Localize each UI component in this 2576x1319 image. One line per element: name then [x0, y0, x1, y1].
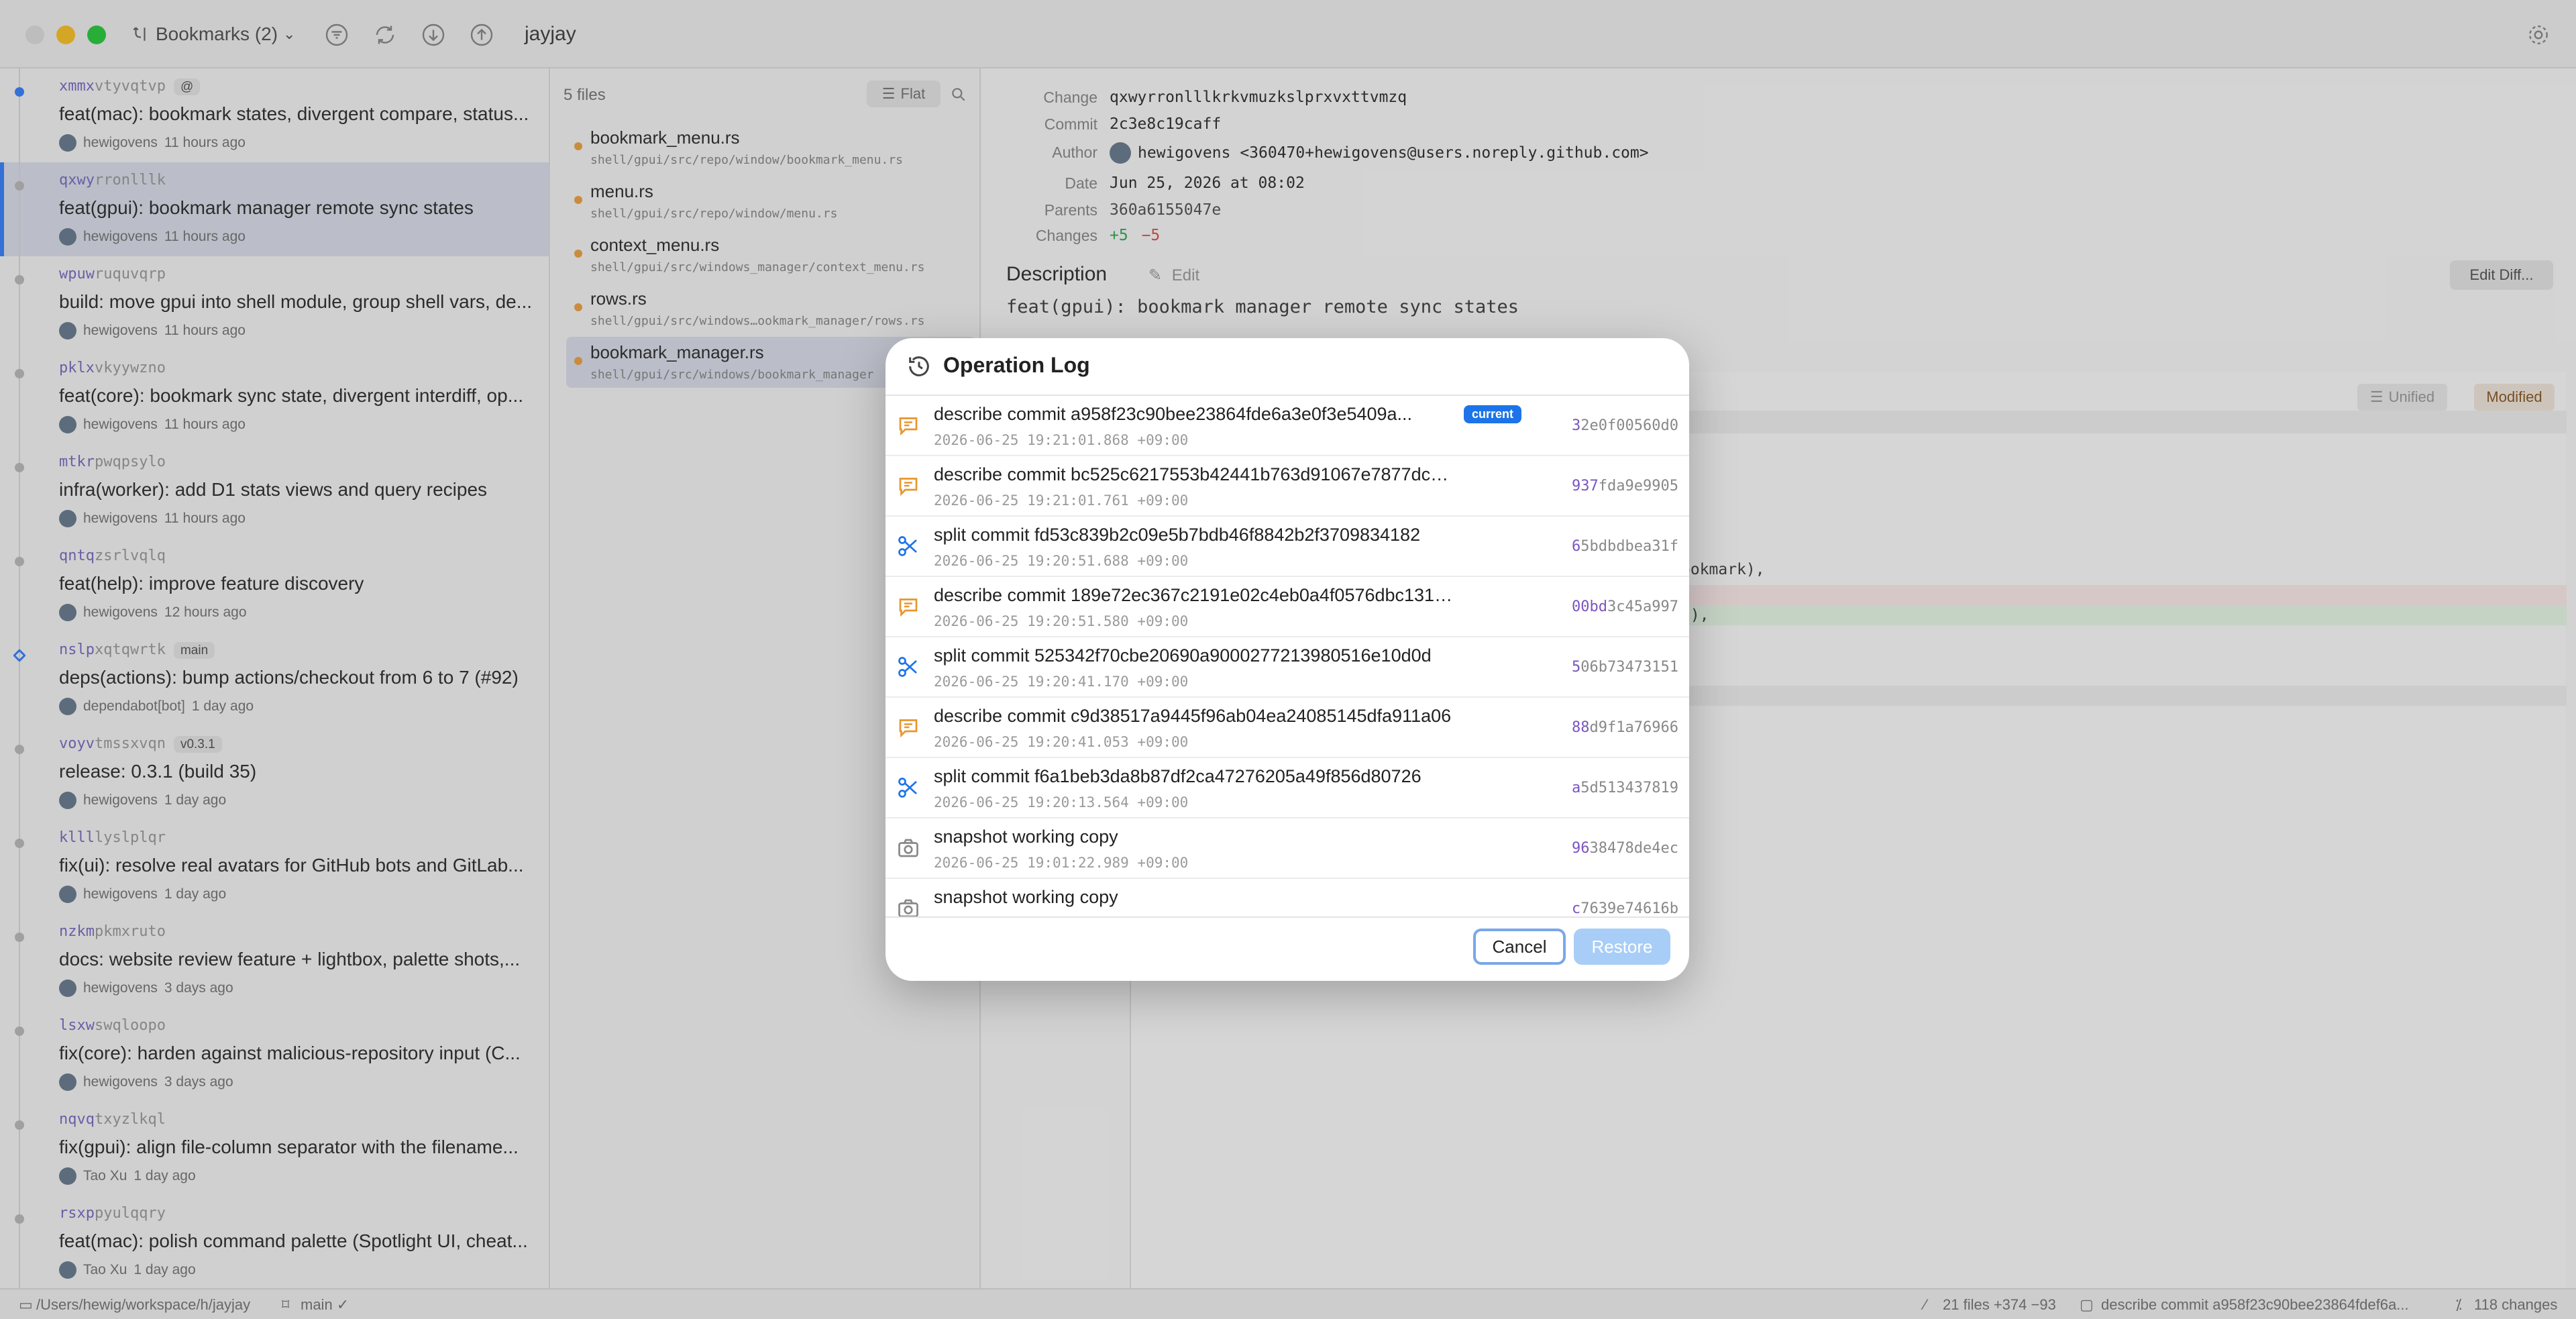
operation-id-prefix: 5 [1572, 659, 1581, 676]
operation-id-rest: 3c45a997 [1607, 598, 1678, 615]
speech-bubble-icon [899, 719, 918, 738]
operation-time: 2026-06-25 19:20:13.564 +09:00 [934, 794, 1189, 810]
operation-row[interactable]: describe commit c9d38517a9445f96ab04ea24… [885, 698, 1689, 758]
operation-id-rest: 7639e74616b [1580, 900, 1678, 917]
operation-time: 2026-06-25 19:21:01.868 +09:00 [934, 432, 1189, 448]
operation-id-prefix: c [1572, 900, 1581, 917]
operation-id-prefix: 6 [1572, 538, 1581, 555]
history-icon [909, 356, 929, 376]
operation-title: describe commit 189e72ec367c2191e02c4eb0… [934, 585, 1457, 605]
operation-id: 65bdbdbea31f [1572, 538, 1678, 555]
operation-id: 88d9f1a76966 [1572, 719, 1678, 736]
operation-list[interactable]: describe commit a958f23c90bee23864fde6a3… [885, 394, 1689, 918]
scissors-icon [898, 778, 917, 798]
operation-row[interactable]: split commit f6a1beb3da8b87df2ca47276205… [885, 758, 1689, 819]
operation-title: split commit f6a1beb3da8b87df2ca47276205… [934, 766, 1421, 786]
operation-log-dialog: Operation Log describe commit a958f23c90… [885, 338, 1689, 981]
speech-bubble-icon [899, 417, 918, 436]
operation-row[interactable]: split commit fd53c839b2c09e5b7bdb46f8842… [885, 517, 1689, 577]
operation-title: split commit 525342f70cbe20690a900027721… [934, 645, 1432, 666]
operation-title: snapshot working copy [934, 827, 1118, 847]
operation-title: split commit fd53c839b2c09e5b7bdb46f8842… [934, 525, 1421, 545]
dialog-title: Operation Log [943, 353, 1090, 377]
operation-row[interactable]: describe commit bc525c6217553b42441b763d… [885, 456, 1689, 517]
operation-id: 00bd3c45a997 [1572, 598, 1678, 615]
operation-id-prefix: 937 [1572, 478, 1599, 494]
operation-title: snapshot working copy [934, 887, 1118, 907]
operation-id-rest: d9f1a76966 [1589, 719, 1678, 736]
operation-id-prefix: a [1572, 780, 1581, 796]
operation-id: 937fda9e9905 [1572, 478, 1678, 494]
cancel-button[interactable]: Cancel [1473, 929, 1566, 965]
operation-id-prefix: 88 [1572, 719, 1590, 736]
current-badge: current [1464, 405, 1522, 423]
operation-time: 2026-06-25 19:01:22.989 +09:00 [934, 855, 1189, 871]
operation-id-prefix: 00bd [1572, 598, 1608, 615]
speech-bubble-icon [899, 598, 918, 617]
operation-id: 9638478de4ec [1572, 840, 1678, 857]
camera-icon [898, 899, 918, 916]
operation-id: 32e0f00560d0 [1572, 417, 1678, 434]
operation-id-prefix: 96 [1572, 840, 1590, 857]
operation-id: a5d513437819 [1572, 780, 1678, 796]
operation-id-rest: 5d513437819 [1580, 780, 1678, 796]
operation-id-rest: 06b73473151 [1580, 659, 1678, 676]
operation-row[interactable]: split commit 525342f70cbe20690a900027721… [885, 637, 1689, 698]
operation-id-rest: 2e0f00560d0 [1580, 417, 1678, 434]
operation-time: 2026-06-25 19:20:41.170 +09:00 [934, 674, 1189, 690]
operation-row[interactable]: snapshot working copy 2026-06-25 19:01:22… [885, 819, 1689, 879]
operation-title: describe commit a958f23c90bee23864fde6a3… [934, 404, 1413, 424]
scissors-icon [898, 536, 917, 556]
operation-id-rest: 5bdbdbea31f [1580, 538, 1678, 555]
operation-id-prefix: 3 [1572, 417, 1581, 434]
operation-time: 2026-06-25 19:21:01.761 +09:00 [934, 492, 1189, 509]
operation-title: describe commit c9d38517a9445f96ab04ea24… [934, 706, 1452, 726]
speech-bubble-icon [899, 478, 918, 496]
operation-row[interactable]: snapshot working copy c7639e74616b [885, 879, 1689, 917]
operation-row[interactable]: describe commit a958f23c90bee23864fde6a3… [885, 396, 1689, 456]
restore-button[interactable]: Restore [1574, 929, 1670, 965]
operation-time: 2026-06-25 19:20:51.688 +09:00 [934, 553, 1189, 569]
operation-time: 2026-06-25 19:20:41.053 +09:00 [934, 734, 1189, 750]
camera-icon [898, 839, 918, 857]
operation-id-rest: 38478de4ec [1589, 840, 1678, 857]
operation-id-rest: fda9e9905 [1598, 478, 1678, 494]
operation-title: describe commit bc525c6217553b42441b763d… [934, 464, 1457, 484]
scissors-icon [898, 657, 917, 677]
operation-id: 506b73473151 [1572, 659, 1678, 676]
operation-time: 2026-06-25 19:20:51.580 +09:00 [934, 613, 1189, 629]
operation-row[interactable]: describe commit 189e72ec367c2191e02c4eb0… [885, 577, 1689, 637]
operation-id: c7639e74616b [1572, 900, 1678, 917]
